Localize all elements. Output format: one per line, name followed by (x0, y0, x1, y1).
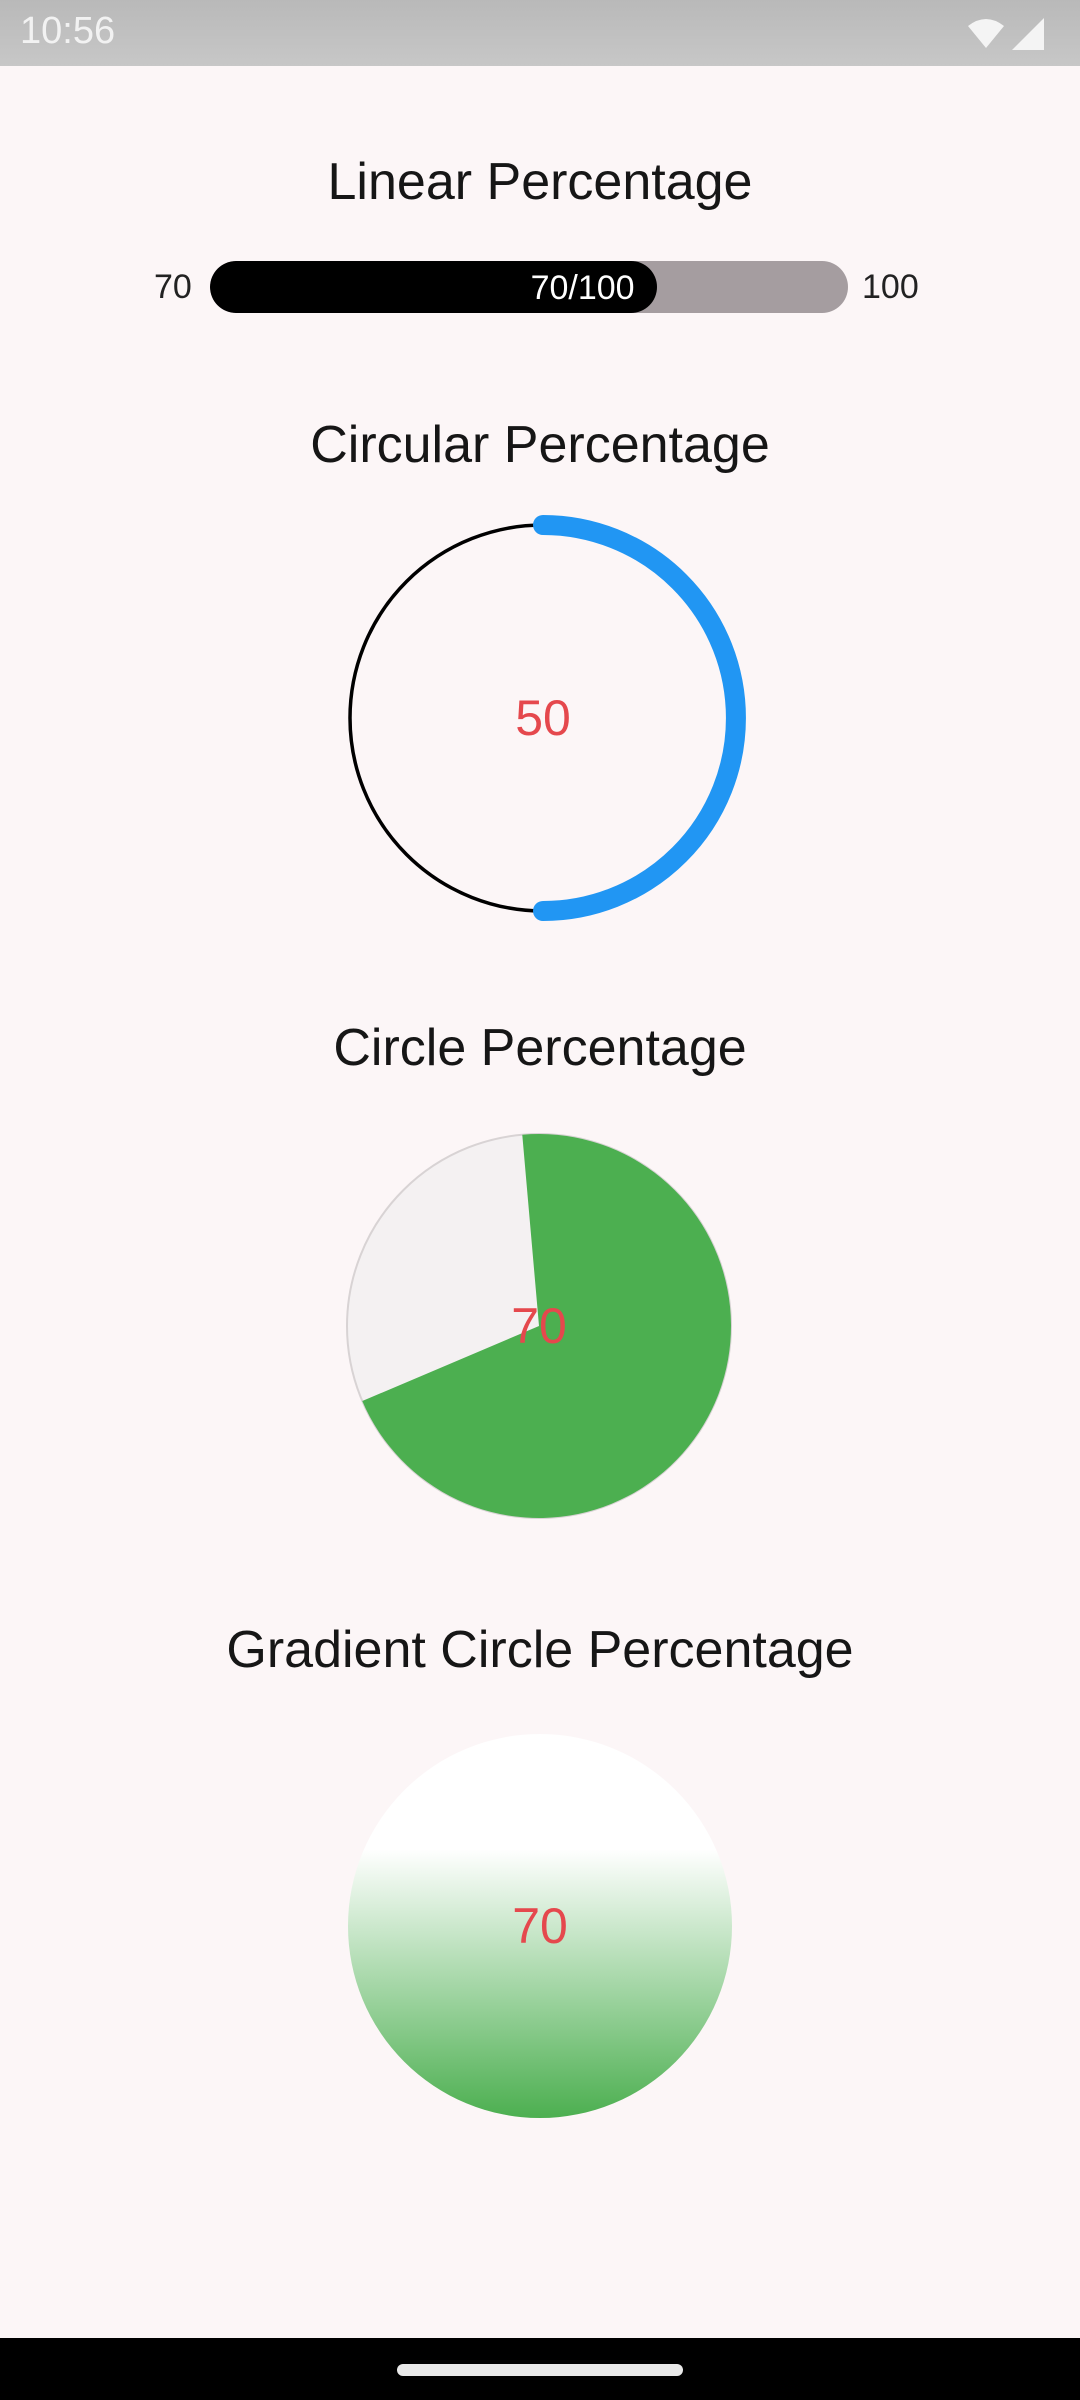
wifi-icon (968, 19, 1004, 48)
home-gesture-handle[interactable] (397, 2364, 683, 2376)
linear-percentage-indicator: 70 70/100 100 (0, 256, 1080, 316)
linear-progress-track: 70/100 (210, 261, 848, 313)
linear-percentage-title: Linear Percentage (327, 153, 753, 211)
circular-percentage-indicator: 50 (340, 515, 746, 921)
circle-percentage-indicator: 70 (343, 1130, 735, 1522)
linear-progress-fill: 70/100 (210, 261, 657, 313)
gradient-circle-value-text: 70 (512, 1898, 568, 1954)
status-time: 10:56 (20, 10, 116, 52)
circular-percentage-title: Circular Percentage (310, 416, 770, 474)
linear-right-label: 100 (862, 268, 919, 306)
signal-icon (1012, 18, 1044, 50)
status-bar: 10:56 (0, 0, 1080, 66)
gradient-circle-percentage-title: Gradient Circle Percentage (226, 1621, 854, 1679)
circular-value-text: 50 (515, 690, 571, 746)
circle-percentage-title: Circle Percentage (333, 1019, 747, 1077)
gradient-circle-indicator: 70 (347, 1733, 733, 2119)
navigation-bar (0, 2338, 1080, 2400)
linear-left-label: 70 (154, 268, 192, 306)
status-icons (966, 14, 1050, 54)
circle-value-text: 70 (511, 1298, 567, 1354)
linear-progress-text: 70/100 (530, 269, 635, 307)
